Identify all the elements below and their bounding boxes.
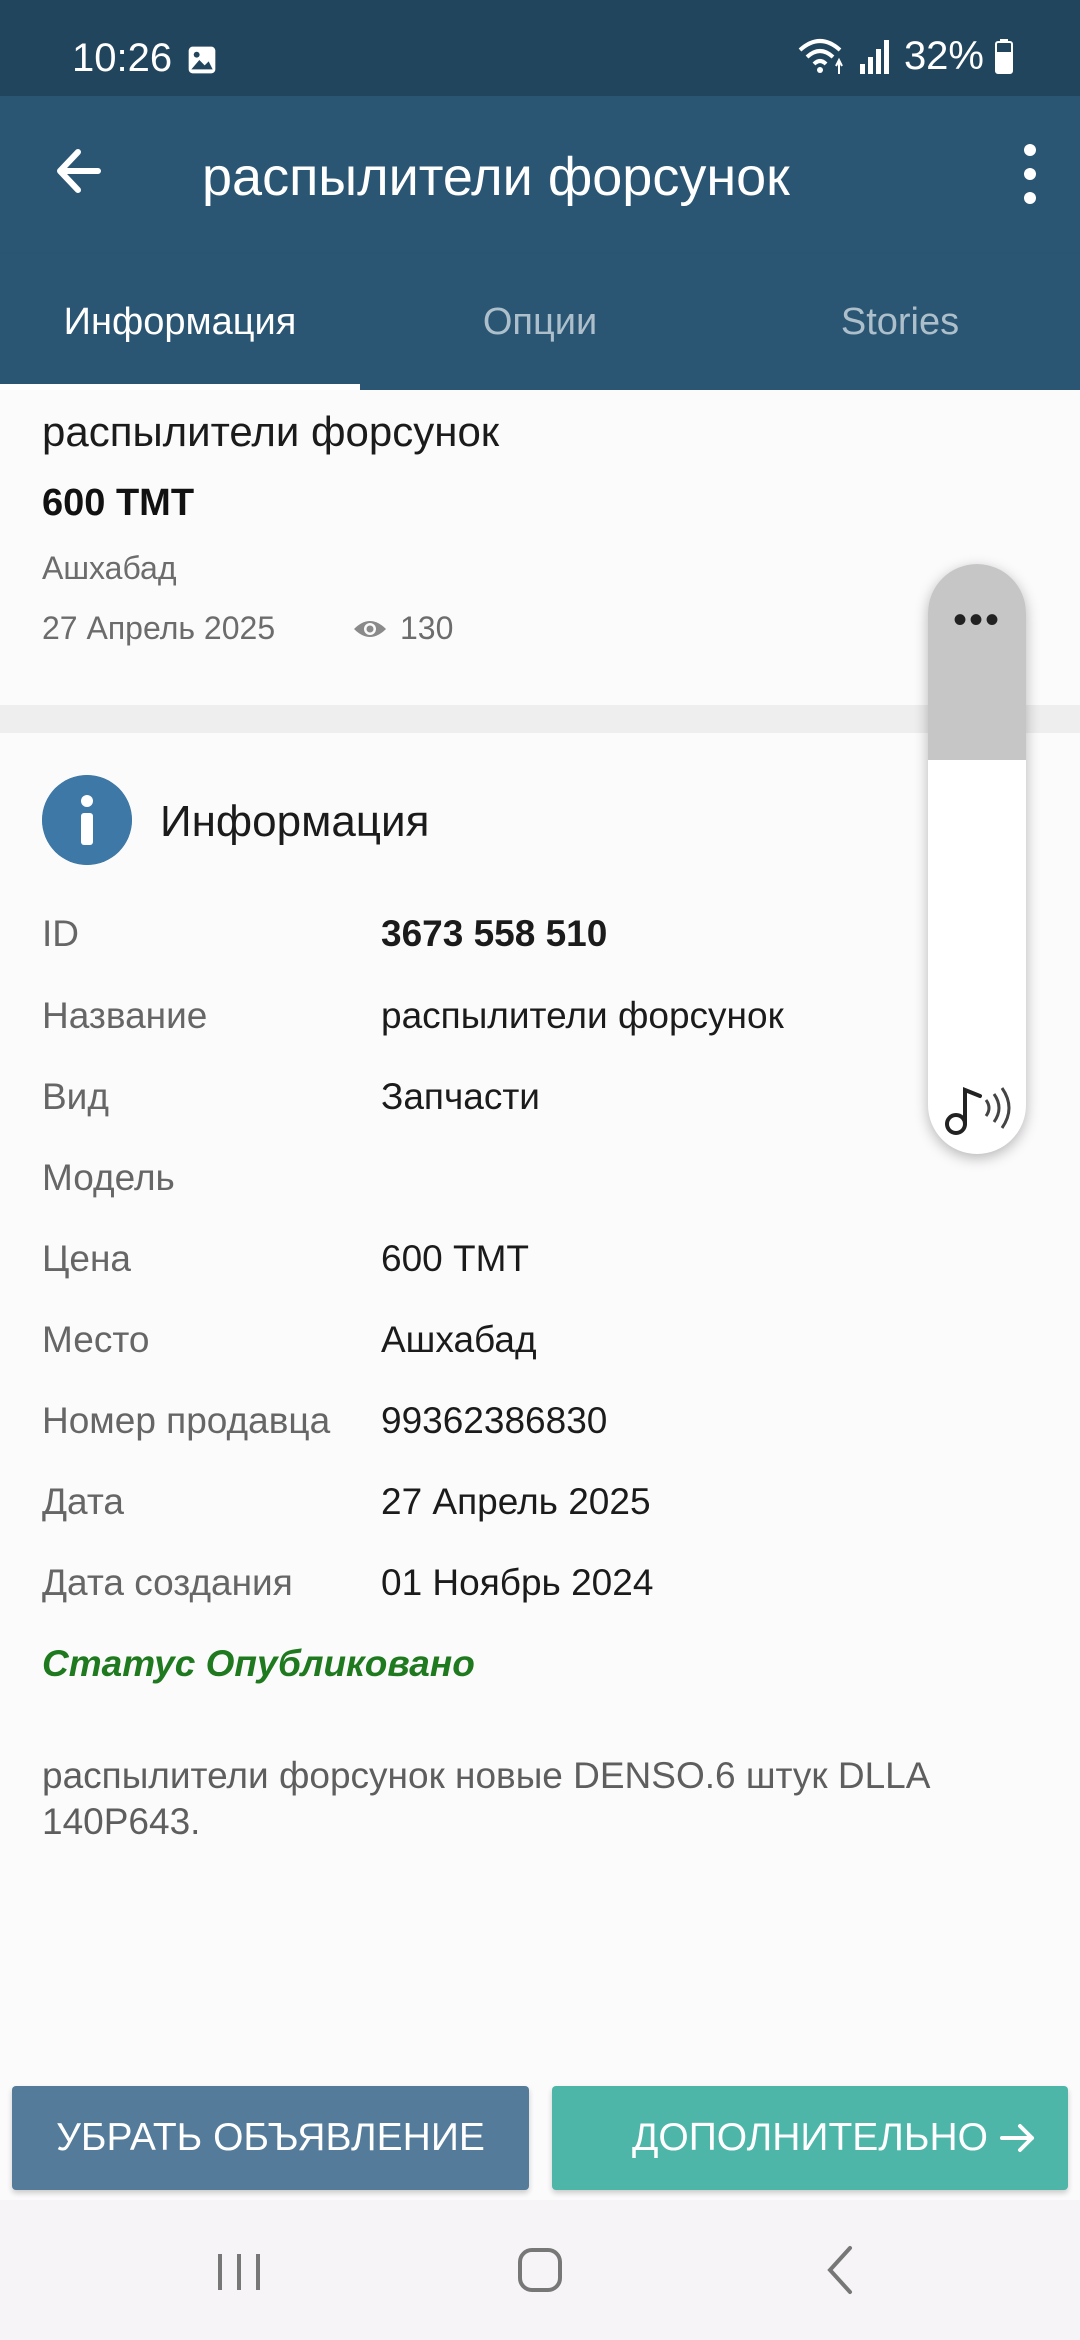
row-value: распылители форсунок	[381, 995, 784, 1036]
status-icons: 32%	[796, 32, 1014, 80]
listing-city: Ашхабад	[42, 550, 177, 586]
listing-date: 27 Апрель 2025	[42, 610, 276, 646]
recent-apps-icon[interactable]	[204, 2240, 274, 2300]
app-bar: распылители форсунок	[0, 96, 1080, 254]
wifi-icon	[798, 39, 843, 74]
row-value: 27 Апрель 2025	[381, 1481, 651, 1522]
seller-phone-link[interactable]: 99362386830	[381, 1400, 607, 1442]
row-label: Место	[42, 1319, 150, 1360]
music-sound-icon[interactable]	[942, 1076, 1014, 1140]
row-label: Дата	[42, 1481, 124, 1522]
tab-bar: Информация Опции Stories	[0, 254, 1080, 390]
floating-edge-panel[interactable]: •••	[928, 564, 1026, 1154]
back-arrow-icon[interactable]	[46, 136, 116, 206]
row-value: 01 Ноябрь 2024	[381, 1562, 654, 1603]
listing-summary: распылители форсунок 600 ТМТ Ашхабад 27 …	[0, 390, 1080, 705]
info-row-place: Место Ашхабад	[42, 1319, 1042, 1379]
info-row-model: Модель	[42, 1157, 1042, 1217]
row-value: Запчасти	[381, 1076, 540, 1117]
remove-listing-button[interactable]: УБРАТЬ ОБЪЯВЛЕНИЕ	[12, 2086, 529, 2190]
more-horiz-icon[interactable]: •••	[928, 598, 1026, 643]
cell-signal-icon	[859, 40, 889, 74]
listing-price: 600 ТМТ	[42, 482, 195, 524]
tab-stories[interactable]: Stories	[720, 254, 1080, 390]
gallery-notification-icon	[188, 46, 216, 74]
status-time: 10:26	[72, 36, 173, 80]
more-options-label: ДОПОЛНИТЕЛЬНО	[632, 2116, 988, 2159]
panel-handle[interactable]: •••	[928, 564, 1026, 760]
info-icon	[42, 775, 132, 865]
info-heading: Информация	[160, 797, 430, 846]
tab-options[interactable]: Опции	[360, 254, 720, 390]
row-label: Дата создания	[42, 1562, 293, 1603]
listing-title: распылители форсунок	[42, 408, 500, 455]
row-label: ID	[42, 913, 79, 954]
row-label: Цена	[42, 1238, 131, 1279]
section-divider	[0, 705, 1080, 733]
info-row-seller-phone: Номер продавца 99362386830	[42, 1400, 1042, 1460]
page-title: распылители форсунок	[202, 147, 790, 207]
arrow-forward-icon	[1000, 2124, 1034, 2152]
row-value: Ашхабад	[381, 1319, 537, 1360]
back-nav-icon[interactable]	[806, 2240, 876, 2300]
row-label: Вид	[42, 1076, 109, 1117]
info-row-name: Название распылители форсунок	[42, 995, 1042, 1055]
info-row-date: Дата 27 Апрель 2025	[42, 1481, 1042, 1541]
row-value: 600 ТМТ	[381, 1238, 530, 1279]
system-nav-bar	[0, 2200, 1080, 2340]
info-row-type: Вид Запчасти	[42, 1076, 1042, 1136]
more-vert-icon[interactable]	[1000, 136, 1060, 212]
view-count-value: 130	[400, 610, 454, 646]
info-row-id: ID 3673 558 510	[42, 913, 1042, 973]
row-label: Модель	[42, 1157, 175, 1198]
publication-status: Статус Опубликовано	[42, 1643, 475, 1684]
battery-percent: 32%	[903, 33, 984, 78]
tab-information[interactable]: Информация	[0, 254, 360, 390]
listing-description: распылители форсунок новые DENSO.6 штук …	[42, 1755, 929, 1842]
row-value: 3673 558 510	[381, 913, 608, 954]
more-options-button[interactable]: ДОПОЛНИТЕЛЬНО	[552, 2086, 1068, 2190]
row-label: Номер продавца	[42, 1400, 331, 1441]
eye-icon	[354, 620, 386, 637]
status-bar: 10:26 32%	[0, 0, 1080, 96]
view-count: 130	[352, 610, 453, 647]
home-icon[interactable]	[505, 2240, 575, 2300]
row-label: Название	[42, 995, 208, 1036]
battery-icon	[995, 39, 1013, 74]
info-row-created: Дата создания 01 Ноябрь 2024	[42, 1562, 1042, 1622]
info-row-price: Цена 600 ТМТ	[42, 1238, 1042, 1298]
